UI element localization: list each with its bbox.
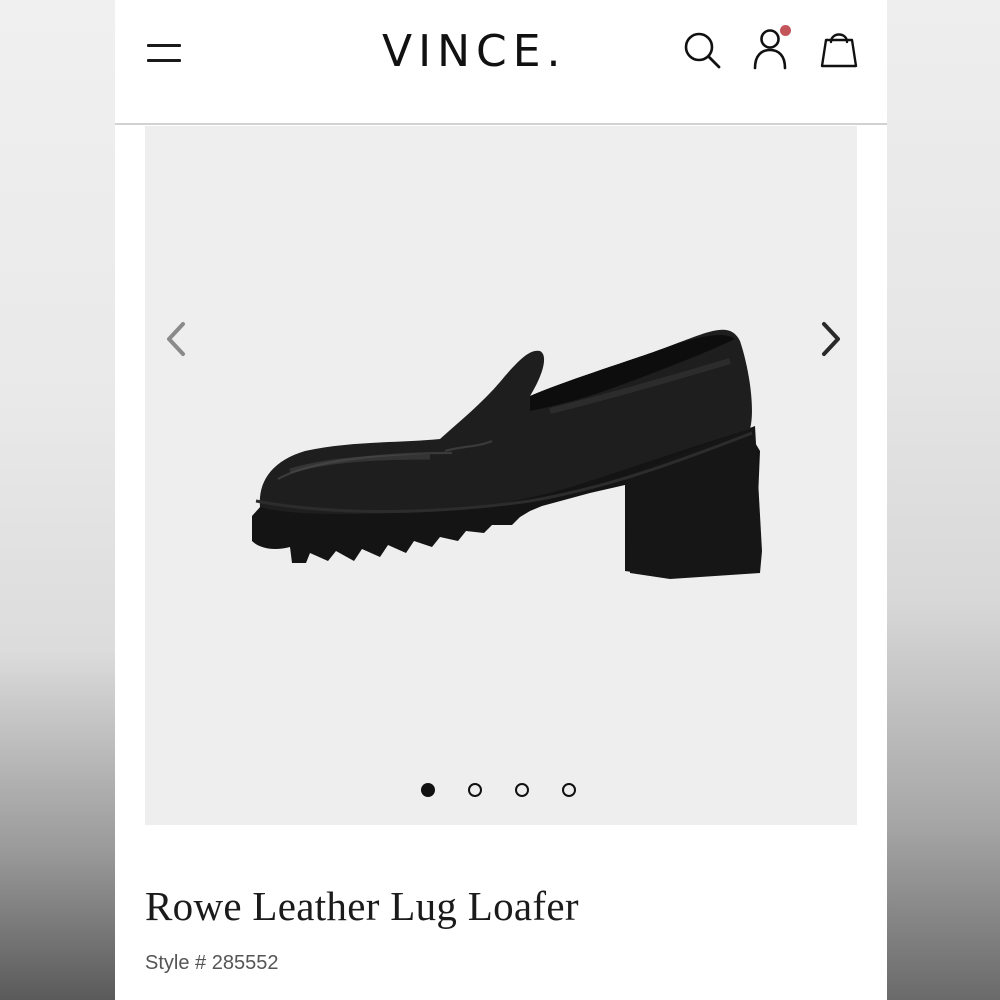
carousel-dot-1[interactable] bbox=[421, 783, 435, 797]
backdrop-right bbox=[885, 0, 1000, 1000]
hamburger-menu-icon bbox=[147, 44, 181, 47]
brand-logo[interactable]: VINCE. bbox=[382, 22, 622, 82]
bag-button[interactable] bbox=[817, 26, 861, 72]
site-header: VINCE. bbox=[115, 0, 887, 125]
search-icon bbox=[684, 32, 721, 69]
notification-badge bbox=[780, 25, 791, 36]
search-button[interactable] bbox=[680, 28, 724, 72]
carousel-dot-2[interactable] bbox=[468, 783, 482, 797]
chevron-right-icon bbox=[822, 322, 840, 356]
product-title: Rowe Leather Lug Loafer bbox=[145, 883, 579, 929]
carousel-dot-3[interactable] bbox=[515, 783, 529, 797]
next-image-button[interactable] bbox=[810, 314, 850, 364]
carousel-pagination bbox=[421, 783, 591, 801]
chevron-left-icon bbox=[167, 322, 185, 356]
product-image-gallery[interactable] bbox=[145, 126, 857, 825]
carousel-dot-4[interactable] bbox=[562, 783, 576, 797]
product-image-shoe bbox=[252, 329, 762, 579]
previous-image-button[interactable] bbox=[157, 314, 197, 364]
mobile-page: VINCE. Rowe Leather Lug Loafer Style # 2… bbox=[115, 0, 887, 1000]
backdrop-left bbox=[0, 0, 115, 1000]
style-number: Style # 285552 bbox=[145, 952, 279, 974]
shopping-bag-icon bbox=[820, 33, 858, 68]
menu-button[interactable] bbox=[145, 40, 185, 70]
hamburger-menu-icon-line bbox=[147, 59, 181, 62]
